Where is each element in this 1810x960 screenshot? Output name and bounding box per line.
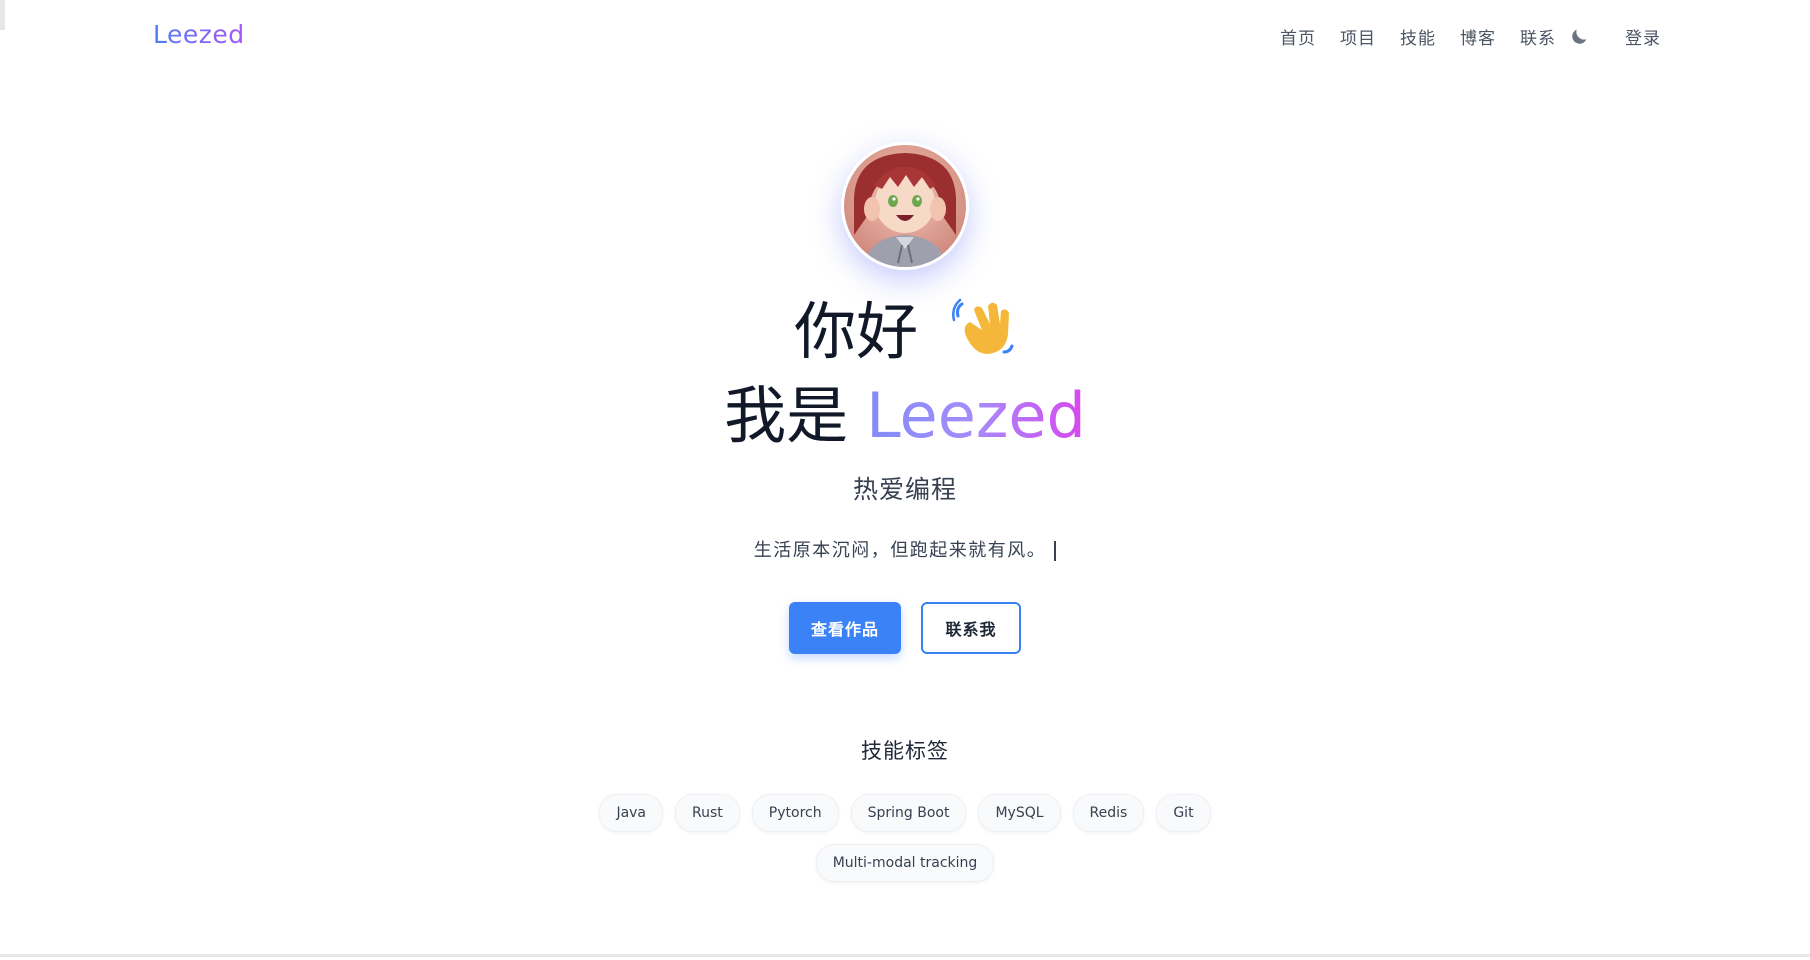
waving-hand-icon [951,296,1016,375]
site-logo[interactable]: Leezed [153,20,245,49]
skill-tag[interactable]: Rust [675,794,740,832]
typing-cursor [1054,541,1057,561]
nav-link-skills[interactable]: 技能 [1400,24,1436,49]
skill-tag[interactable]: Git [1156,794,1211,832]
moon-icon[interactable] [1568,26,1590,48]
navbar: Leezed 首页 项目 技能 博客 联系 登录 [0,0,1810,74]
motto-text: 生活原本沉闷，但跑起来就有风。 [753,540,1047,561]
skill-tag[interactable]: Spring Boot [850,794,967,832]
hero-name: Leezed [866,379,1086,452]
contact-me-button[interactable]: 联系我 [921,602,1021,654]
skill-tag[interactable]: Redis [1072,794,1145,832]
skill-tags-row: Multi-modal tracking [0,844,1810,882]
nav-link-contact[interactable]: 联系 [1520,24,1556,49]
view-works-button[interactable]: 查看作品 [789,602,901,654]
intro-prefix: 我是 [724,379,849,452]
skill-tags-row: Java Rust Pytorch Spring Boot MySQL Redi… [0,794,1810,832]
page-divider [0,954,1810,957]
skill-tag[interactable]: MySQL [978,794,1061,832]
page: Leezed 首页 项目 技能 博客 联系 登录 你好 我是 Leezed 热爱… [0,0,1810,960]
skills-title: 技能标签 [861,739,949,763]
avatar [841,142,969,270]
nav-link-projects[interactable]: 项目 [1340,24,1376,49]
nav-links: 首页 项目 技能 博客 联系 [1280,24,1580,49]
nav-link-home[interactable]: 首页 [1280,24,1316,49]
skill-tag[interactable]: Java [599,794,664,832]
greeting-text: 你好 [794,295,919,368]
hero-intro: 我是 Leezed [0,380,1810,452]
skill-tag[interactable]: Multi-modal tracking [815,844,995,882]
skill-tag[interactable]: Pytorch [751,794,839,832]
nav-link-blog[interactable]: 博客 [1460,24,1496,49]
motto-line: 生活原本沉闷，但跑起来就有风。 [0,536,1810,562]
hero-greeting: 你好 [0,296,1810,375]
login-link[interactable]: 登录 [1625,24,1661,49]
tagline: 热爱编程 [852,475,957,504]
